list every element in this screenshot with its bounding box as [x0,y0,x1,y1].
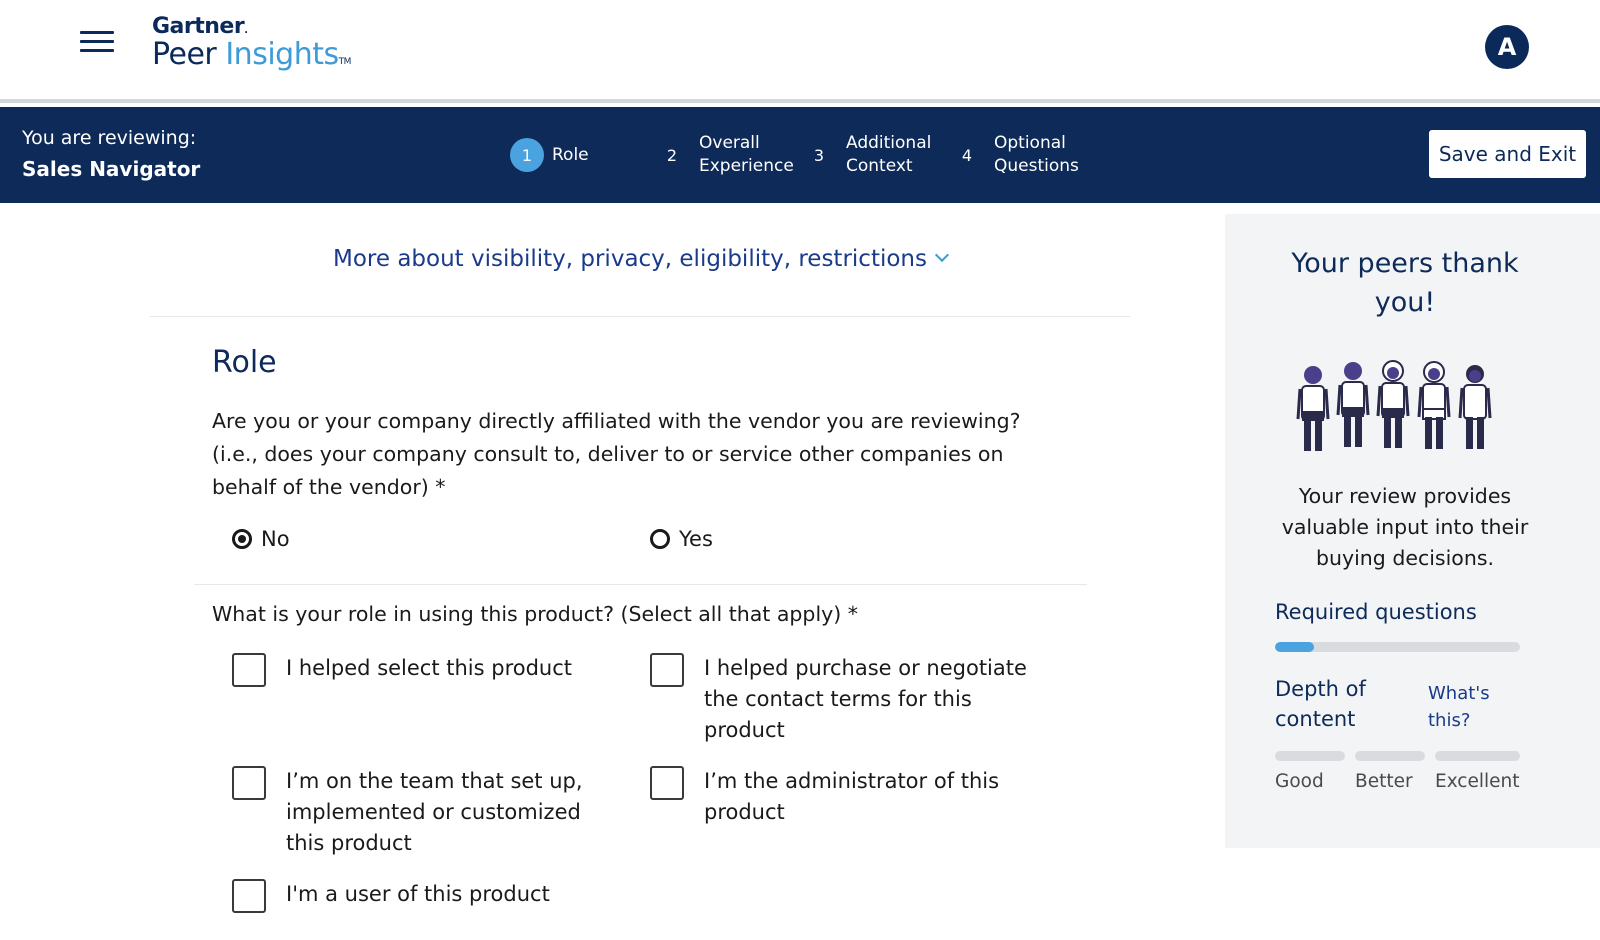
checkbox-implementation-team[interactable]: I’m on the team that set up, implemented… [232,766,583,859]
sidebar-text-line: Your review provides [1298,484,1512,508]
sidebar-title-line: you! [1374,287,1436,318]
checkbox[interactable] [232,766,266,800]
step-label: Additional [846,133,932,153]
checkbox-label: product [704,718,785,742]
person-figure [1376,360,1410,448]
step-label: Experience [699,156,794,176]
depth-of-content-label: Depth of content [1275,674,1366,734]
logo-insights-text: Insights [225,37,339,72]
checkbox[interactable] [650,766,684,800]
affiliation-question: Are you or your company directly affilia… [212,405,1072,504]
radio-label: Yes [679,527,713,551]
depth-segment-better [1355,751,1425,761]
checkbox-label: product [704,800,785,824]
step-role[interactable]: 1 Role [510,127,589,183]
section-title: Role [212,345,277,380]
step-number: 2 [666,145,678,165]
depth-segment-good [1275,751,1345,761]
required-questions-progress [1275,642,1520,652]
divider [194,584,1087,585]
hamburger-menu-icon[interactable] [80,28,114,56]
depth-level-label: Good [1275,771,1324,792]
logo-peer-text: Peer [152,37,217,72]
role-question: What is your role in using this product?… [212,602,859,626]
checkbox-label: the contact terms for this [704,687,972,711]
chevron-down-icon [934,247,950,263]
whats-this-text: this? [1428,710,1471,731]
depth-label-line: content [1275,707,1356,731]
step-label: Optional [994,133,1066,153]
depth-level-label: Better [1355,771,1413,792]
person-figure [1458,365,1492,449]
radio-unchecked-icon[interactable] [650,529,670,549]
step-number: 4 [961,145,973,165]
checkbox[interactable] [232,879,266,913]
whats-this-link[interactable]: What's this? [1428,680,1490,734]
step-label: Role [552,144,589,165]
person-figure [1417,361,1451,449]
reviewing-label: You are reviewing: [22,127,197,149]
thank-you-sidebar: Your peers thank you! Your review provid… [1225,214,1600,848]
question-text: (i.e., does your company consult to, del… [212,442,1004,466]
checkbox-label: I helped select this product [286,656,573,680]
depth-level-label: Excellent [1435,771,1520,792]
person-figure [1296,366,1330,451]
reviewing-product-name: Sales Navigator [22,157,201,181]
step-number: 3 [813,145,825,165]
step-label: Overall [699,133,760,153]
sidebar-title: Your peers thank you! [1255,244,1555,322]
checkbox-label: I helped purchase or negotiate [704,656,1027,680]
required-questions-progress-fill [1275,642,1315,652]
person-figure [1336,362,1370,447]
radio-checked-icon[interactable] [232,529,252,549]
checkbox-helped-purchase[interactable]: I helped purchase or negotiate the conta… [650,653,1027,746]
checkbox-user[interactable]: I'm a user of this product [232,879,550,913]
question-text: Are you or your company directly affilia… [212,409,1021,433]
required-questions-label: Required questions [1275,600,1477,624]
step-overall-experience[interactable]: 2 Overall Experience [655,127,794,183]
checkbox-label: I'm a user of this product [286,882,550,906]
privacy-info-toggle[interactable]: More about visibility, privacy, eligibil… [150,246,1130,272]
step-label: Context [846,156,913,176]
checkbox-administrator[interactable]: I’m the administrator of this product [650,766,999,828]
save-and-exit-button[interactable]: Save and Exit [1429,130,1586,178]
sidebar-text-line: valuable input into their [1281,515,1529,539]
step-additional-context[interactable]: 3 Additional Context [802,127,931,183]
checkbox-label: this product [286,831,412,855]
depth-segment-excellent [1435,751,1520,761]
sidebar-text-line: buying decisions. [1315,546,1495,570]
question-text: behalf of the vendor) * [212,475,446,499]
checkbox[interactable] [232,653,266,687]
step-optional-questions[interactable]: 4 Optional Questions [950,127,1079,183]
review-progress-bar: You are reviewing: Sales Navigator 1 Rol… [0,107,1600,203]
sidebar-title-line: Your peers thank [1291,248,1519,279]
whats-this-text: What's [1428,683,1490,704]
radio-label: No [261,527,290,551]
step-label: Questions [994,156,1079,176]
radio-yes[interactable]: Yes [650,527,713,551]
checkbox-helped-select[interactable]: I helped select this product [232,653,572,687]
user-avatar[interactable]: A [1485,25,1529,69]
depth-label-line: Depth of [1275,677,1366,701]
privacy-link-text: More about visibility, privacy, eligibil… [332,246,927,272]
checkbox[interactable] [650,653,684,687]
peers-illustration-icon [1296,360,1492,451]
top-header: Gartner. Peer InsightsTM A [0,0,1600,103]
logo-gartner-text: Gartner [152,14,245,39]
checkbox-label: implemented or customized [286,800,581,824]
step-number: 1 [510,138,544,172]
gartner-peer-insights-logo[interactable]: Gartner. Peer InsightsTM [152,14,351,72]
radio-no[interactable]: No [232,527,290,551]
sidebar-description: Your review provides valuable input into… [1245,481,1565,574]
checkbox-label: I’m on the team that set up, [286,769,583,793]
divider [150,316,1130,317]
checkbox-label: I’m the administrator of this [704,769,1000,793]
